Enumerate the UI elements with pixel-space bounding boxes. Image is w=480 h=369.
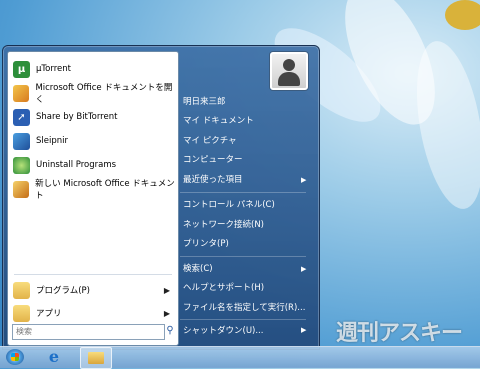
folder-icon bbox=[13, 281, 30, 299]
menu-item-label: プログラム(P) bbox=[36, 286, 91, 296]
file-explorer-button[interactable] bbox=[80, 347, 112, 369]
office-new-icon bbox=[13, 180, 30, 198]
right-item-control-panel[interactable]: コントロール パネル(C) bbox=[179, 197, 313, 213]
menu-item-share-bittorrent[interactable]: ➚ Share by BitTorrent bbox=[10, 107, 176, 127]
flower-center bbox=[445, 0, 480, 30]
divider bbox=[180, 256, 306, 257]
start-menu-left-pane: µ µTorrent Microsoft Office ドキュメントを開く ➚ … bbox=[7, 51, 179, 346]
right-item-network[interactable]: ネットワーク接続(N) bbox=[179, 217, 313, 233]
right-item-run[interactable]: ファイル名を指定して実行(R)... bbox=[179, 300, 313, 316]
right-item-recent[interactable]: 最近使った項目 bbox=[179, 172, 313, 188]
right-item-user[interactable]: 明日来三郎 bbox=[179, 94, 313, 110]
office-open-icon bbox=[13, 84, 30, 102]
right-item-help[interactable]: ヘルプとサポート(H) bbox=[179, 280, 313, 296]
submenu-arrow-icon: ▶ bbox=[163, 285, 170, 295]
user-avatar[interactable] bbox=[270, 52, 308, 90]
sleipnir-icon bbox=[13, 132, 30, 150]
menu-item-label: Microsoft Office ドキュメントを開く bbox=[35, 83, 173, 105]
avatar-body bbox=[278, 72, 300, 86]
search-icon[interactable]: ⚲ bbox=[164, 325, 176, 337]
right-item-computer[interactable]: コンピューター bbox=[179, 152, 313, 168]
divider bbox=[180, 192, 306, 193]
menu-item-office-open[interactable]: Microsoft Office ドキュメントを開く bbox=[10, 83, 176, 105]
taskbar bbox=[0, 346, 480, 368]
folder-icon bbox=[88, 352, 104, 364]
shutdown-button[interactable]: シャットダウン(U)... bbox=[179, 322, 303, 340]
folder-icon bbox=[13, 304, 30, 322]
right-item-my-documents[interactable]: マイ ドキュメント bbox=[179, 113, 313, 129]
menu-item-label: Share by BitTorrent bbox=[36, 112, 118, 122]
watermark: 週刊アスキー bbox=[336, 321, 463, 346]
utorrent-icon: µ bbox=[13, 60, 30, 78]
menu-item-label: µTorrent bbox=[36, 64, 71, 74]
submenu-arrow-icon: ▶ bbox=[163, 308, 170, 318]
right-item-my-pictures[interactable]: マイ ピクチャ bbox=[179, 133, 313, 149]
share-icon: ➚ bbox=[13, 108, 30, 126]
divider bbox=[180, 319, 306, 320]
right-item-printers[interactable]: プリンタ(P) bbox=[179, 236, 313, 252]
start-button-icon[interactable] bbox=[6, 349, 24, 365]
right-item-search[interactable]: 検索(C) bbox=[179, 261, 313, 277]
menu-item-label: Sleipnir bbox=[36, 136, 68, 146]
submenu-arrow-icon: ▶ bbox=[301, 265, 307, 273]
menu-item-label: Uninstall Programs bbox=[36, 160, 117, 170]
menu-item-apps[interactable]: アプリ ▶ bbox=[10, 303, 176, 323]
menu-item-utorrent[interactable]: µ µTorrent bbox=[10, 59, 176, 79]
search-input[interactable]: 検索 bbox=[12, 324, 165, 340]
internet-explorer-icon[interactable]: e bbox=[44, 348, 64, 366]
divider bbox=[14, 274, 172, 275]
menu-item-programs[interactable]: プログラム(P) ▶ bbox=[10, 280, 176, 300]
menu-item-label: 新しい Microsoft Office ドキュメント bbox=[35, 179, 175, 201]
menu-item-uninstall[interactable]: Uninstall Programs bbox=[10, 155, 176, 175]
uninstall-icon bbox=[13, 156, 30, 174]
avatar-head bbox=[283, 59, 295, 71]
menu-item-sleipnir[interactable]: Sleipnir bbox=[10, 131, 176, 151]
menu-item-label: アプリ bbox=[36, 309, 62, 319]
submenu-arrow-icon[interactable]: ▶ bbox=[301, 326, 306, 334]
menu-item-office-new[interactable]: 新しい Microsoft Office ドキュメント bbox=[10, 179, 176, 201]
submenu-arrow-icon: ▶ bbox=[301, 176, 307, 184]
